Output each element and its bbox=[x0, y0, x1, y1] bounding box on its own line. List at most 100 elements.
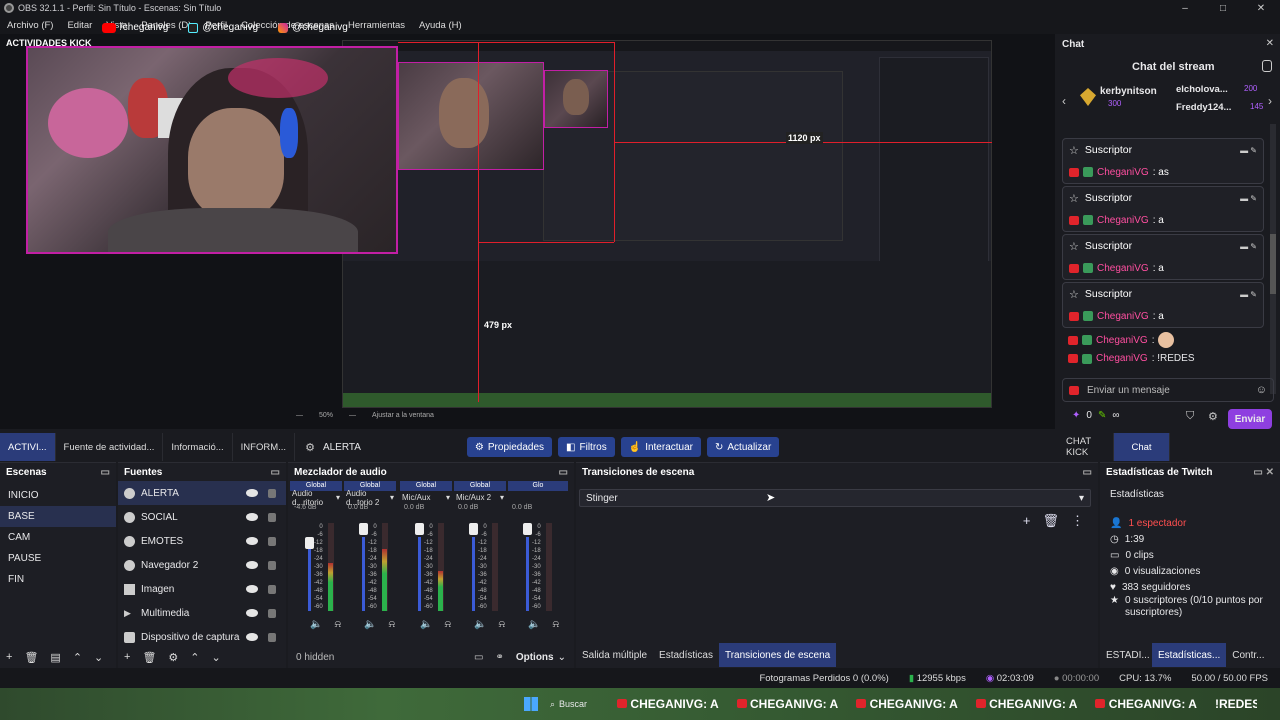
tab-activi[interactable]: ACTIVI... bbox=[0, 433, 56, 461]
source-item[interactable]: ALERTA bbox=[118, 481, 286, 505]
chat-close-icon[interactable]: ✕ bbox=[1266, 38, 1274, 49]
gear-icon[interactable]: ⚙ bbox=[168, 651, 178, 664]
source-item[interactable]: ▶ Multimedia bbox=[118, 601, 286, 625]
tab-contr[interactable]: Contr... bbox=[1226, 643, 1270, 667]
down-icon[interactable]: ⌄ bbox=[94, 651, 103, 664]
menu-editar[interactable]: Editar bbox=[67, 20, 92, 31]
tab-estadisticas[interactable]: Estadísticas bbox=[653, 643, 719, 667]
headphones-icon[interactable]: ⍾ bbox=[388, 619, 395, 630]
fader-knob[interactable] bbox=[523, 523, 532, 535]
speaker-icon[interactable]: 🔈 bbox=[364, 619, 376, 630]
scene-item[interactable]: INICIO bbox=[0, 485, 116, 506]
tab-fuente[interactable]: Fuente de actividad... bbox=[56, 433, 164, 461]
channel-name[interactable]: Mic/Aux ▾ bbox=[400, 491, 452, 504]
chat-input[interactable]: Enviar un mensaje ☺ bbox=[1062, 378, 1274, 402]
mixer-channel[interactable]: Glo 0.0 dB 0 -6 -12 -18 -24 -30 -36 -42 -48 -54 -60 🔈… bbox=[508, 481, 568, 641]
eye-icon bbox=[246, 512, 258, 521]
fader-knob[interactable] bbox=[359, 523, 368, 535]
cpu: CPU: 13.7% bbox=[1119, 672, 1172, 684]
channel-name[interactable]: Audio d...ritorio ▾ bbox=[290, 489, 342, 507]
menu-herramientas[interactable]: Herramientas bbox=[348, 20, 405, 31]
headphones-icon[interactable]: ⍾ bbox=[444, 619, 451, 630]
mixer-channel[interactable]: Global Mic/Aux 2 ▾ 0.0 dB 0 -6 -12 -18 -24 -30 -36… bbox=[454, 481, 506, 641]
source-item[interactable]: SOCIAL bbox=[118, 505, 286, 529]
gear-icon[interactable]: ⚙ bbox=[1208, 410, 1218, 423]
speaker-icon[interactable]: 🔈 bbox=[310, 619, 322, 630]
filter-icon[interactable]: ▤ bbox=[50, 651, 60, 664]
interact-button[interactable]: ☝ Interactuar bbox=[620, 437, 701, 457]
windows-start-icon[interactable] bbox=[524, 697, 538, 711]
level-meter bbox=[438, 571, 443, 611]
options-button[interactable]: Options bbox=[516, 652, 554, 663]
fader-knob[interactable] bbox=[305, 537, 314, 549]
layout-icon[interactable]: ▭ bbox=[474, 652, 483, 663]
source-item[interactable]: Imagen bbox=[118, 577, 286, 601]
headphones-icon[interactable]: ⍾ bbox=[498, 619, 505, 630]
source-item[interactable]: EMOTES bbox=[118, 529, 286, 553]
trash-icon[interactable]: 🗑 bbox=[24, 651, 38, 664]
headphones-icon[interactable]: ⍾ bbox=[334, 619, 341, 630]
fader-knob[interactable] bbox=[415, 523, 424, 535]
refresh-button[interactable]: ↻ Actualizar bbox=[707, 437, 780, 457]
filters-button[interactable]: ◧ Filtros bbox=[558, 437, 615, 457]
scene-item[interactable]: BASE bbox=[0, 506, 116, 527]
scene-item[interactable]: FIN bbox=[0, 569, 116, 590]
fader-knob[interactable] bbox=[469, 523, 478, 535]
user-1: elcholova... bbox=[1176, 84, 1228, 95]
maximize-button[interactable]: □ bbox=[1204, 0, 1242, 16]
tab-informacion[interactable]: Informació... bbox=[163, 433, 233, 461]
transitions-dock: Transiciones de escena ▭ Stinger ▾ + 🗑 ⋮ Sal… bbox=[576, 462, 1098, 668]
properties-button[interactable]: ⚙ Propiedades bbox=[466, 437, 553, 457]
scene-item[interactable]: PAUSE bbox=[0, 548, 116, 569]
emoji-icon[interactable]: ☺ bbox=[1256, 384, 1273, 396]
mixer-channel[interactable]: Global Audio d...torio 2 ▾ 0.0 dB 0 -6 -12 -18-… bbox=[344, 481, 396, 641]
mixer-channel[interactable]: Global Mic/Aux ▾ 0.0 dB 0 -6 -12 -18 -24 -30 -36 -4… bbox=[400, 481, 452, 641]
tab-inform[interactable]: INFORM... bbox=[233, 433, 296, 461]
camera-source[interactable] bbox=[26, 46, 398, 254]
tab-chat[interactable]: Chat bbox=[1114, 433, 1170, 461]
add-icon[interactable]: + bbox=[124, 651, 130, 663]
up-icon[interactable]: ⌃ bbox=[190, 651, 199, 664]
fit-select[interactable]: Ajustar a la ventana bbox=[372, 412, 434, 419]
tab-transiciones[interactable]: Transiciones de escena bbox=[718, 643, 837, 667]
next-icon[interactable]: › bbox=[1268, 94, 1272, 108]
channel-name[interactable]: Mic/Aux 2 ▾ bbox=[454, 491, 506, 504]
send-button[interactable]: Enviar bbox=[1228, 409, 1272, 429]
tab-estadisticas-twitch[interactable]: Estadísticas... bbox=[1152, 643, 1227, 667]
zoom-level[interactable]: 50% bbox=[319, 412, 333, 419]
scene-item[interactable]: CAM bbox=[0, 527, 116, 548]
more-icon[interactable]: ⋮ bbox=[1071, 513, 1084, 529]
minimize-button[interactable]: – bbox=[1166, 0, 1204, 16]
tab-chat-kick[interactable]: CHAT KICK bbox=[1058, 433, 1114, 461]
tab-salida-multiple[interactable]: Salida múltiple bbox=[576, 643, 653, 667]
volume-fader[interactable] bbox=[362, 537, 365, 611]
speaker-icon[interactable]: 🔈 bbox=[528, 619, 540, 630]
volume-fader[interactable] bbox=[526, 537, 529, 611]
shield-icon[interactable]: ⛉ bbox=[1186, 410, 1194, 423]
volume-fader[interactable] bbox=[418, 537, 421, 611]
menu-ayuda[interactable]: Ayuda (H) bbox=[419, 20, 462, 31]
chat-tabs: CHAT KICK Chat bbox=[1058, 433, 1280, 461]
channel-name[interactable]: Audio d...torio 2 ▾ bbox=[344, 489, 396, 507]
menu-archivo[interactable]: Archivo (F) bbox=[7, 20, 53, 31]
add-icon[interactable]: + bbox=[1023, 513, 1031, 529]
up-icon[interactable]: ⌃ bbox=[73, 651, 82, 664]
users-icon[interactable] bbox=[1262, 60, 1272, 72]
link-icon[interactable]: ⚭ bbox=[495, 652, 503, 663]
taskbar-search[interactable]: ⌕ Buscar bbox=[550, 699, 587, 710]
prev-icon[interactable]: ‹ bbox=[1062, 94, 1066, 108]
transition-select[interactable]: Stinger ▾ bbox=[579, 489, 1091, 507]
trash-icon[interactable]: 🗑 bbox=[1042, 513, 1059, 529]
volume-fader[interactable] bbox=[472, 537, 475, 611]
close-button[interactable]: ✕ bbox=[1242, 0, 1280, 16]
trash-icon[interactable]: 🗑 bbox=[142, 651, 156, 664]
speaker-icon[interactable]: 🔈 bbox=[420, 619, 432, 630]
mixer-channel[interactable]: Global Audio d...ritorio ▾ -4.6 dB 0 -6 -12 -18… bbox=[290, 481, 342, 641]
source-item[interactable]: Navegador 2 bbox=[118, 553, 286, 577]
speaker-icon[interactable]: 🔈 bbox=[474, 619, 486, 630]
headphones-icon[interactable]: ⍾ bbox=[552, 619, 559, 630]
down-icon[interactable]: ⌄ bbox=[212, 651, 221, 664]
tab-estadi[interactable]: ESTADI... bbox=[1100, 643, 1152, 667]
channel-name[interactable] bbox=[508, 491, 568, 504]
add-icon[interactable]: + bbox=[6, 651, 12, 663]
